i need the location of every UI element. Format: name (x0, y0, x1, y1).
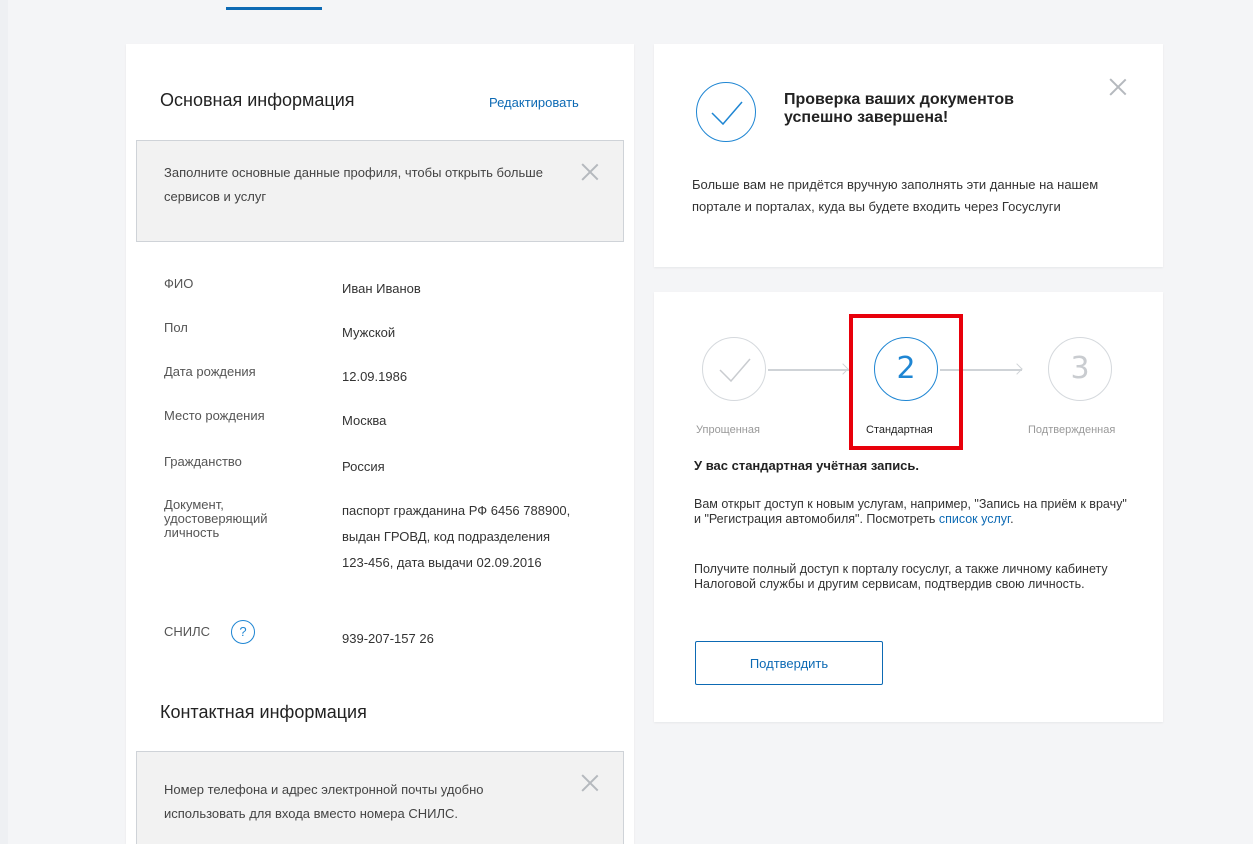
contact-info-title: Контактная информация (160, 702, 367, 722)
level-description: Вам открыт доступ к новым услугам, напри… (694, 497, 1134, 527)
field-value-citizenship: Россия (342, 459, 385, 474)
checkmark-icon (696, 82, 756, 142)
field-label-birthplace: Место рождения (164, 408, 265, 423)
field-label-gender: Пол (164, 320, 188, 335)
step-3-label: Подтвержденная (1028, 424, 1116, 436)
field-value-birthplace: Москва (342, 413, 387, 428)
confirm-button[interactable]: Подтвердить (695, 641, 883, 685)
edit-link[interactable]: Редактировать (489, 95, 579, 110)
verification-card: Проверка ваших документов успешно заверш… (654, 44, 1163, 267)
current-level-highlight (849, 314, 963, 450)
level-description-text: Вам открыт доступ к новым услугам, напри… (694, 497, 1127, 526)
field-label-snils: СНИЛС (164, 624, 211, 639)
contact-hint-banner: Номер телефона и адрес электронной почты… (136, 751, 624, 844)
verification-title: Проверка ваших документов успешно заверш… (784, 91, 1014, 126)
profile-hint-text: Заполните основные данные профиля, чтобы… (164, 165, 543, 204)
contact-hint-text: Номер телефона и адрес электронной почты… (164, 782, 484, 821)
field-value-document: паспорт гражданина РФ 6456 788900, выдан… (342, 503, 571, 570)
close-icon[interactable] (1109, 78, 1127, 96)
field-value-gender: Мужской (342, 325, 396, 340)
step-3-circle: 3 (1048, 337, 1112, 401)
profile-card: Основная информация Редактировать Заполн… (126, 44, 634, 844)
field-value-birthdate: 12.09.1986 (342, 369, 408, 384)
close-icon[interactable] (581, 774, 599, 792)
verification-text: Больше вам не придётся вручную заполнять… (692, 177, 1099, 214)
help-icon[interactable]: ? (231, 620, 255, 644)
period: . (1010, 512, 1014, 526)
step-1-label: Упрощенная (696, 424, 760, 436)
close-icon[interactable] (581, 163, 599, 181)
active-tab-indicator (226, 7, 322, 10)
profile-hint-banner: Заполните основные данные профиля, чтобы… (136, 140, 624, 242)
basic-info-title: Основная информация (160, 90, 355, 110)
field-value-snils: 939-207-157 26 (342, 631, 434, 646)
level-upgrade-text: Получите полный доступ к порталу госуслу… (694, 562, 1108, 591)
field-label-name: ФИО (164, 276, 194, 291)
field-label-birthdate: Дата рождения (164, 364, 256, 379)
arrow-right-icon (837, 363, 849, 375)
field-label-citizenship: Гражданство (164, 454, 242, 469)
level-heading: У вас стандартная учётная запись. (694, 458, 920, 473)
field-label-document: Документ, удостоверяющий личность (164, 497, 268, 540)
account-level-card: 2 3 Упрощенная Стандартная Подтвержденна… (654, 292, 1163, 722)
services-list-link[interactable]: список услуг (939, 512, 1010, 526)
step-1-done-icon (702, 337, 766, 401)
arrow-right-icon (1011, 363, 1023, 375)
field-value-name: Иван Иванов (342, 281, 421, 296)
